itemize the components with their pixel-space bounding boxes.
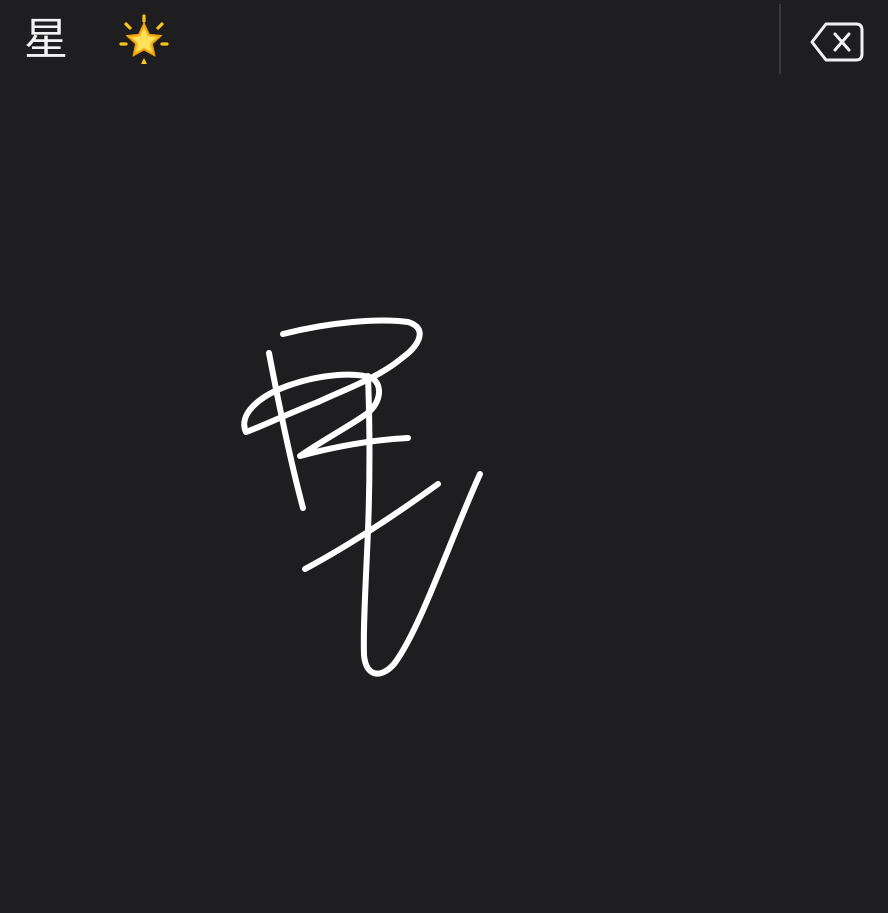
handwriting-keyboard: 星 — [0, 0, 888, 913]
candidate-glowing-star[interactable] — [114, 12, 174, 68]
stroke-3 — [241, 371, 411, 459]
candidate-char-star-kanji[interactable]: 星 — [18, 12, 74, 68]
stroke-1 — [266, 350, 306, 511]
stroke-2 — [280, 317, 423, 405]
handwritten-strokes — [241, 317, 483, 677]
delete-key[interactable] — [804, 14, 870, 70]
candidate-text: 星 — [24, 14, 68, 65]
candidate-divider — [779, 4, 781, 74]
candidate-bar: 星 — [0, 0, 888, 80]
handwriting-canvas[interactable] — [0, 80, 888, 913]
glowing-star-emoji-icon — [119, 14, 169, 64]
backspace-delete-icon — [810, 22, 864, 62]
